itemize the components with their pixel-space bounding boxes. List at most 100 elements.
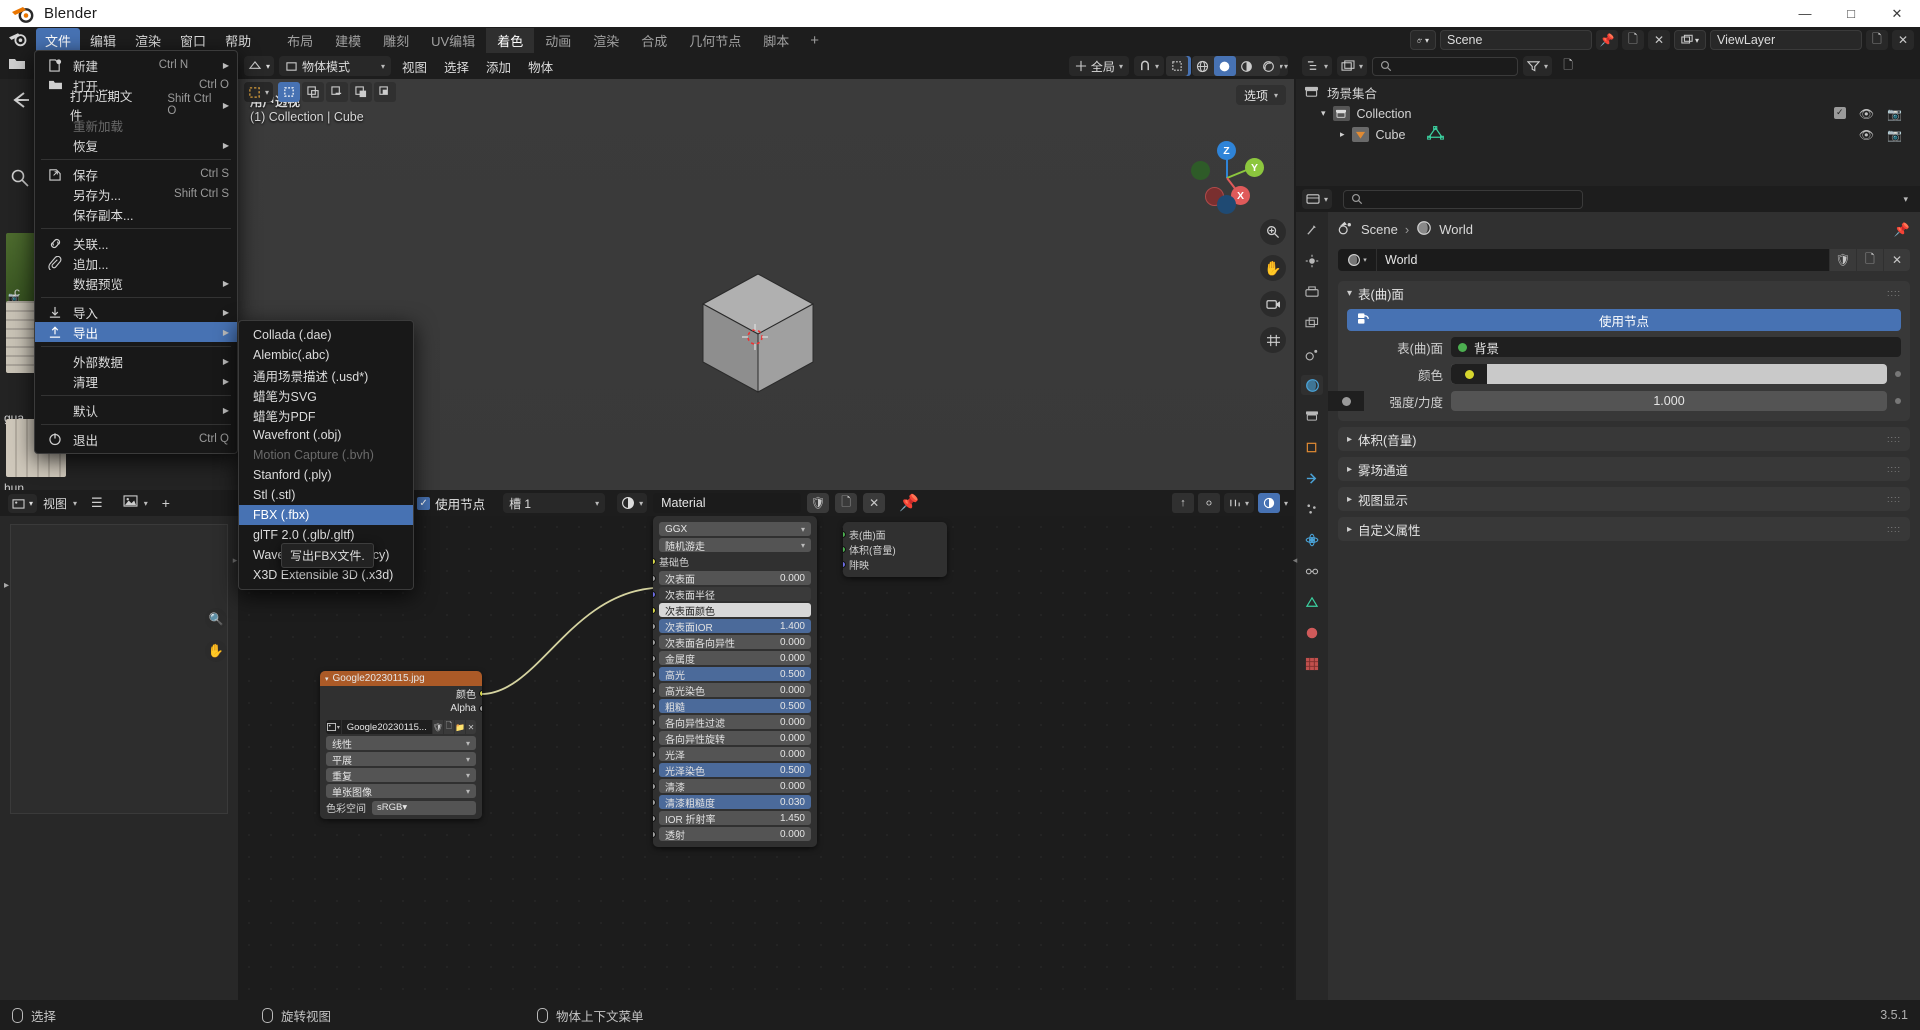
properties-search-input[interactable] bbox=[1343, 189, 1584, 209]
viewport-menu-add[interactable]: 添加 bbox=[480, 57, 517, 76]
socket-6[interactable] bbox=[653, 671, 656, 678]
socket-volume[interactable] bbox=[843, 546, 846, 553]
use-nodes-checkbox-group[interactable]: ✓ 使用节点 bbox=[417, 494, 485, 513]
snap-settings-dropdown[interactable]: ▾ bbox=[1223, 493, 1254, 513]
node-image-texture[interactable]: ▾ Google20230115.jpg 颜色 Alpha ▾ Google20… bbox=[320, 671, 482, 819]
animate-property-dot[interactable] bbox=[1895, 371, 1901, 377]
node-input-field-8[interactable]: 粗糙 0.500 bbox=[659, 699, 811, 714]
gizmo-axis-neg-z[interactable] bbox=[1217, 195, 1236, 214]
material-name-field[interactable]: Material bbox=[653, 493, 802, 513]
interaction-mode-dropdown[interactable]: 物体模式 ▾ bbox=[279, 56, 392, 76]
node-colorspace-dropdown[interactable]: sRGB ▾ bbox=[372, 800, 476, 815]
file-menu-item-7[interactable]: 另存为... Shift Ctrl S bbox=[35, 184, 237, 204]
node-source-dropdown[interactable]: 单张图像 ▾ bbox=[326, 784, 476, 799]
scene-name-field[interactable]: Scene bbox=[1440, 30, 1592, 50]
file-menu-item-2[interactable]: 打开近期文件 Shift Ctrl O ▶ bbox=[35, 90, 237, 123]
add-workspace-button[interactable]: + bbox=[800, 32, 829, 49]
panel-header[interactable]: ▸ 体积(音量):::: bbox=[1338, 427, 1910, 451]
socket-8[interactable] bbox=[653, 703, 656, 710]
workspace-tab-1[interactable]: 建模 bbox=[324, 28, 372, 53]
properties-tab-texture-icon[interactable] bbox=[1301, 654, 1323, 674]
expand-arrow-icon[interactable]: ▾ bbox=[1321, 108, 1326, 119]
file-menu-item-1[interactable]: 打开... Ctrl O bbox=[35, 75, 237, 95]
editor-type-icon[interactable]: ▾ bbox=[244, 56, 275, 76]
select-mode-invert[interactable] bbox=[350, 82, 373, 102]
node-extension-dropdown[interactable]: 重复 ▾ bbox=[326, 768, 476, 783]
workspace-tab-4[interactable]: 着色 bbox=[486, 27, 535, 53]
filter-icon[interactable]: ▾ bbox=[1523, 56, 1553, 76]
workspace-tab-8[interactable]: 几何节点 bbox=[678, 28, 752, 53]
surface-strength-slider[interactable]: 1.000 bbox=[1328, 391, 1887, 411]
socket-16[interactable] bbox=[653, 831, 656, 838]
properties-tab-render-icon[interactable] bbox=[1301, 251, 1323, 271]
delete-viewlayer-icon[interactable]: ✕ bbox=[1892, 30, 1914, 50]
topbar-menu-2[interactable]: 渲染 bbox=[126, 28, 170, 53]
node-input-field-2[interactable]: 次表面颜色 bbox=[659, 603, 811, 618]
topbar-menu-3[interactable]: 窗口 bbox=[171, 28, 215, 53]
socket-15[interactable] bbox=[653, 815, 656, 822]
left-editor-view-label[interactable]: 视图 bbox=[43, 495, 67, 512]
export-menu-item-5[interactable]: Wavefront (.obj) bbox=[239, 425, 413, 445]
file-menu-item-12[interactable]: 数据预览 ▶ bbox=[35, 273, 237, 293]
properties-tab-scene-icon[interactable] bbox=[1301, 344, 1323, 364]
gizmo-axis-y[interactable]: Y bbox=[1245, 158, 1264, 177]
workspace-tab-3[interactable]: UV编辑 bbox=[420, 28, 486, 53]
navigation-gizmo[interactable]: Z Y X bbox=[1188, 139, 1266, 217]
viewlayer-name-field[interactable]: ViewLayer bbox=[1710, 30, 1862, 50]
outliner-scene-collection-row[interactable]: 场景集合 bbox=[1296, 82, 1920, 103]
file-menu-item-18[interactable]: 清理 ▶ bbox=[35, 371, 237, 391]
file-menu-item-14[interactable]: 导入 ▶ bbox=[35, 302, 237, 322]
outliner-new-collection-icon[interactable]: 🗋 bbox=[1557, 56, 1579, 76]
socket-13[interactable] bbox=[653, 783, 656, 790]
properties-tab-tool-icon[interactable] bbox=[1301, 220, 1323, 240]
node-input-field-5[interactable]: 金属度 0.000 bbox=[659, 651, 811, 666]
node-input-field-13[interactable]: 清漆 0.000 bbox=[659, 779, 811, 794]
node-input-field-14[interactable]: 清漆粗糙度 0.030 bbox=[659, 795, 811, 810]
pin-scene-icon[interactable]: 📌 bbox=[1596, 30, 1618, 50]
export-menu-item-10[interactable]: glTF 2.0 (.glb/.gltf) bbox=[239, 525, 413, 545]
new-viewlayer-icon[interactable]: 🗋 bbox=[1866, 30, 1888, 50]
checkbox[interactable]: ✓ bbox=[417, 496, 431, 510]
export-menu-item-3[interactable]: 蜡笔为SVG bbox=[239, 385, 413, 405]
file-menu-item-4[interactable]: 恢复 ▶ bbox=[35, 135, 237, 155]
material-slot-dropdown[interactable]: 槽 1 ▾ bbox=[503, 493, 606, 513]
zoom-icon[interactable] bbox=[1260, 219, 1286, 245]
node-input-field-4[interactable]: 次表面各向异性 0.000 bbox=[659, 635, 811, 650]
camera-icon[interactable] bbox=[1260, 291, 1286, 317]
node-input-field-15[interactable]: IOR 折射率 1.450 bbox=[659, 811, 811, 826]
topbar-menu-1[interactable]: 编辑 bbox=[81, 28, 125, 53]
node-input-field-11[interactable]: 光泽 0.000 bbox=[659, 747, 811, 762]
duplicate-icon[interactable]: 🗋 bbox=[835, 493, 858, 513]
socket-displacement[interactable] bbox=[843, 561, 846, 568]
file-menu-item-22[interactable]: 退出 Ctrl Q bbox=[35, 429, 237, 449]
file-menu-popup[interactable]: 新建 Ctrl N ▶ 打开... Ctrl O 打开近期文件 Shift Ctrl O ▶ 重… bbox=[34, 50, 238, 454]
chevron-down-icon[interactable]: ▾ bbox=[1903, 194, 1914, 205]
socket-4[interactable] bbox=[653, 639, 656, 646]
viewport-options-button[interactable]: 选项 ▾ bbox=[1235, 85, 1286, 105]
node-material-output[interactable]: 表(曲)面 体积(音量) 陫映 bbox=[843, 522, 947, 577]
node-image-texture-header[interactable]: ▾ Google20230115.jpg bbox=[320, 671, 482, 686]
duplicate-icon[interactable]: 🗋 bbox=[1857, 249, 1883, 271]
unlink-icon[interactable]: ✕ bbox=[1884, 249, 1910, 271]
viewport-menu-view[interactable]: 视图 bbox=[396, 57, 433, 76]
workspace-tab-5[interactable]: 动画 bbox=[534, 28, 582, 53]
duplicate-icon[interactable]: 🗋 bbox=[443, 720, 454, 734]
file-menu-item-17[interactable]: 外部数据 ▶ bbox=[35, 351, 237, 371]
mesh-data-icon[interactable] bbox=[1427, 125, 1445, 144]
fake-user-shield-icon[interactable]: 🛡 bbox=[807, 493, 830, 513]
overlay-toggle[interactable]: ⚪ bbox=[1197, 493, 1220, 513]
material-browse-icon[interactable]: ▾ bbox=[617, 493, 648, 513]
shading-wireframe[interactable] bbox=[1191, 56, 1214, 76]
properties-tab-constraints-icon[interactable] bbox=[1301, 561, 1323, 581]
export-menu-item-9[interactable]: FBX (.fbx) bbox=[239, 505, 413, 525]
export-menu-item-12[interactable]: X3D Extensible 3D (.x3d) bbox=[239, 565, 413, 585]
node-input-field-0[interactable]: 次表面 0.000 bbox=[659, 571, 811, 586]
blender-menu-icon[interactable] bbox=[6, 30, 30, 50]
file-menu-item-0[interactable]: 新建 Ctrl N ▶ bbox=[35, 55, 237, 75]
workspace-tab-9[interactable]: 脚本 bbox=[752, 28, 800, 53]
export-menu-item-2[interactable]: 通用场景描述 (.usd*) bbox=[239, 365, 413, 385]
node-input-field-6[interactable]: 高光 0.500 bbox=[659, 667, 811, 682]
properties-tab-data-icon[interactable] bbox=[1301, 592, 1323, 612]
delete-scene-icon[interactable]: ✕ bbox=[1648, 30, 1670, 50]
back-button[interactable] bbox=[8, 89, 34, 116]
